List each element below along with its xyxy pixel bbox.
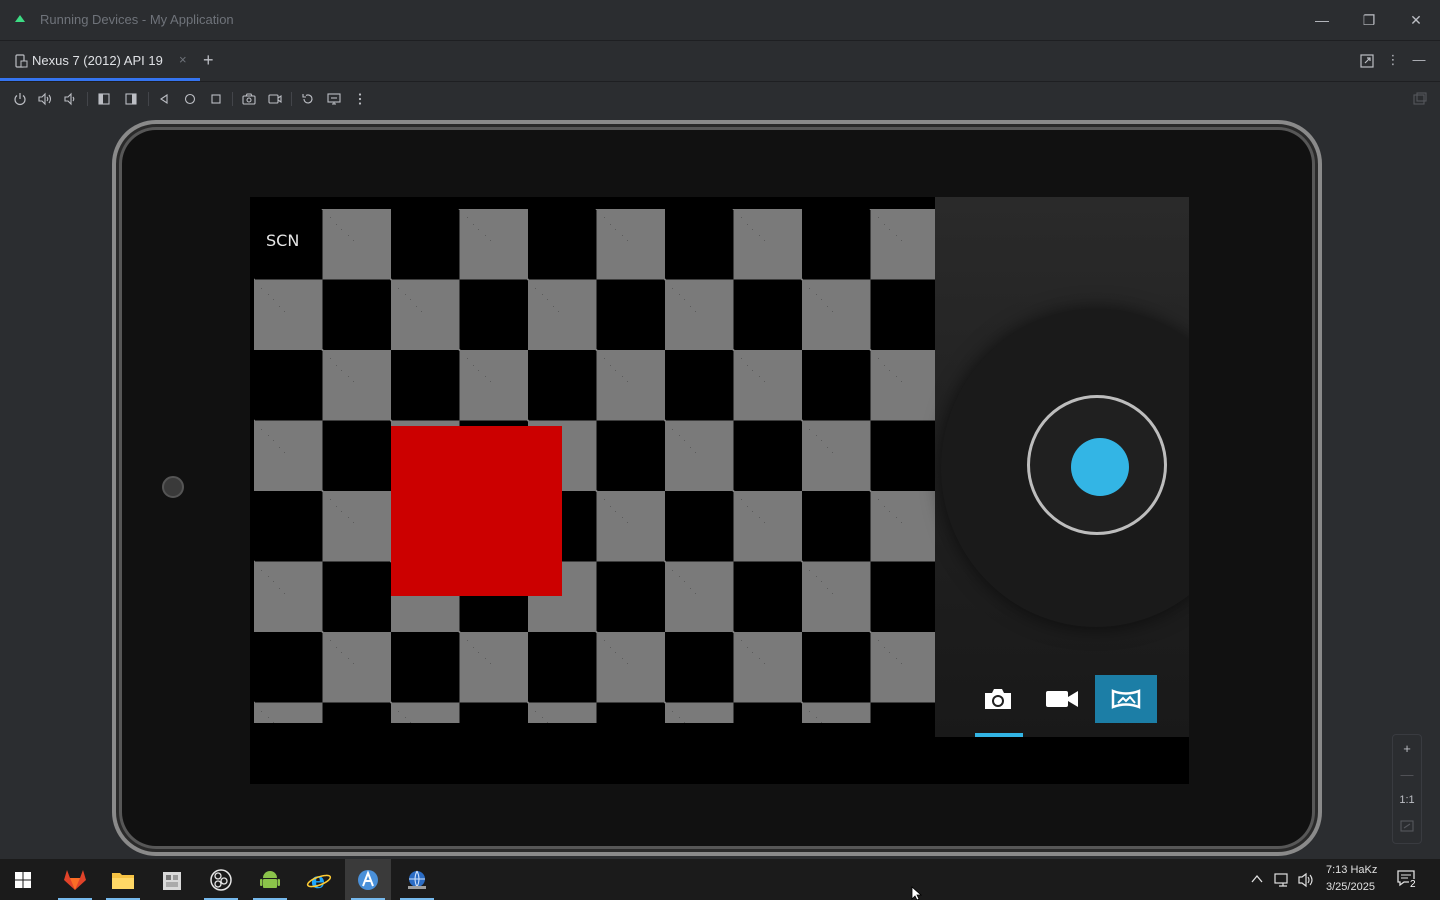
overview-icon[interactable] <box>207 90 225 108</box>
more-options-icon[interactable]: ⋮ <box>1384 52 1402 70</box>
package-icon <box>163 871 181 890</box>
tablet-frame: SCN <box>112 120 1322 856</box>
device-screen[interactable]: SCN <box>250 197 1189 784</box>
tab-label: Nexus 7 (2012) API 19 <box>32 53 163 68</box>
more-icon[interactable] <box>351 90 369 108</box>
device-icon <box>15 54 28 68</box>
device-toolbar <box>0 82 1440 116</box>
taskbar-app-gitlab[interactable] <box>52 859 98 900</box>
fit-screen-icon <box>1400 820 1414 832</box>
network-globe-icon <box>408 870 426 889</box>
video-mode-button[interactable] <box>1031 675 1093 723</box>
show-hidden-icons-icon[interactable] <box>1250 873 1264 885</box>
camera-mode-button[interactable] <box>967 675 1029 723</box>
taskbar-app-obs[interactable] <box>198 859 244 900</box>
clock-date[interactable]: 3/25/2025 <box>1326 881 1375 893</box>
home-icon[interactable] <box>181 90 199 108</box>
layout-icon[interactable] <box>1411 90 1429 108</box>
title-bar: Running Devices - My Application — ❐ ✕ <box>0 0 1440 41</box>
add-tab-button[interactable]: + <box>203 50 214 71</box>
rotate-left-icon[interactable] <box>95 90 113 108</box>
volume-down-icon[interactable] <box>61 90 79 108</box>
network-icon[interactable] <box>1273 872 1291 888</box>
taskbar-app-internet-explorer[interactable]: e <box>296 859 342 900</box>
toolbar-separator <box>87 92 88 106</box>
scene-mode-label[interactable]: SCN <box>266 231 299 250</box>
internet-explorer-icon: e <box>306 868 332 892</box>
taskbar-app-file-explorer[interactable] <box>100 859 146 900</box>
file-explorer-icon <box>112 872 134 889</box>
camera-control-panel <box>935 197 1189 737</box>
speaker-icon[interactable] <box>1297 872 1315 888</box>
zoom-in-button[interactable]: + <box>1393 735 1421 761</box>
close-window-button[interactable]: ✕ <box>1393 0 1439 40</box>
zoom-out-button[interactable]: — <box>1393 761 1421 787</box>
minimize-button[interactable]: — <box>1299 0 1345 40</box>
restore-button[interactable]: ❐ <box>1346 0 1392 40</box>
gitlab-icon <box>64 869 86 890</box>
zoom-controls: + — 1:1 <box>1392 734 1422 844</box>
android-studio-icon <box>15 15 25 22</box>
start-button[interactable] <box>0 859 46 900</box>
actual-size-button[interactable]: 1:1 <box>1393 787 1421 813</box>
shutter-dot <box>1071 438 1129 496</box>
rotate-right-icon[interactable] <box>122 90 140 108</box>
toggle-display-icon[interactable] <box>325 90 343 108</box>
reset-icon[interactable] <box>299 90 317 108</box>
notification-count-badge: 2 <box>1409 879 1417 890</box>
power-icon[interactable] <box>11 90 29 108</box>
detach-window-icon[interactable] <box>1358 52 1376 70</box>
panorama-mode-button[interactable] <box>1095 675 1157 723</box>
shutter-button[interactable] <box>1027 395 1167 535</box>
video-icon <box>1046 691 1078 707</box>
android-icon <box>260 870 280 888</box>
mouse-cursor-icon <box>911 886 923 900</box>
tab-close-icon[interactable]: × <box>179 52 187 67</box>
window-title: Running Devices - My Application <box>40 12 234 27</box>
active-tab-indicator <box>0 78 200 81</box>
camera-preview-checkerboard <box>254 209 935 723</box>
notification-center-button[interactable]: 2 <box>1396 869 1422 893</box>
obs-icon <box>210 868 232 891</box>
screenshot-icon[interactable] <box>240 90 258 108</box>
toolbar-separator <box>148 92 149 106</box>
screen-record-icon[interactable] <box>266 90 284 108</box>
back-icon[interactable] <box>155 90 173 108</box>
tab-bar: Nexus 7 (2012) API 19 × + ⋮ — <box>0 41 1440 82</box>
clock-time[interactable]: 7:13 HaKz <box>1326 864 1377 876</box>
front-camera <box>162 476 184 498</box>
android-studio-icon <box>358 869 378 890</box>
taskbar-app-android-studio[interactable] <box>345 859 391 900</box>
red-square-object <box>391 426 562 596</box>
camera-icon <box>985 689 1011 709</box>
taskbar-app-android[interactable] <box>247 859 293 900</box>
taskbar-app-network[interactable] <box>394 859 440 900</box>
windows-taskbar: e 7:13 HaKz 3/25/2025 2 <box>0 859 1440 900</box>
panorama-icon <box>1111 689 1141 709</box>
volume-up-icon[interactable] <box>36 90 54 108</box>
toolbar-separator <box>291 92 292 106</box>
tab-nexus-7[interactable]: Nexus 7 (2012) API 19 × <box>0 41 200 81</box>
fit-screen-button[interactable] <box>1393 813 1421 839</box>
start-icon <box>15 871 31 888</box>
screen-bottom-bar <box>250 737 1189 784</box>
device-display-area: SCN + — 1:1 <box>0 117 1440 859</box>
preview-top-mask <box>250 197 935 209</box>
hide-panel-icon[interactable]: — <box>1410 52 1428 70</box>
toolbar-separator <box>232 92 233 106</box>
taskbar-app-package[interactable] <box>149 859 195 900</box>
